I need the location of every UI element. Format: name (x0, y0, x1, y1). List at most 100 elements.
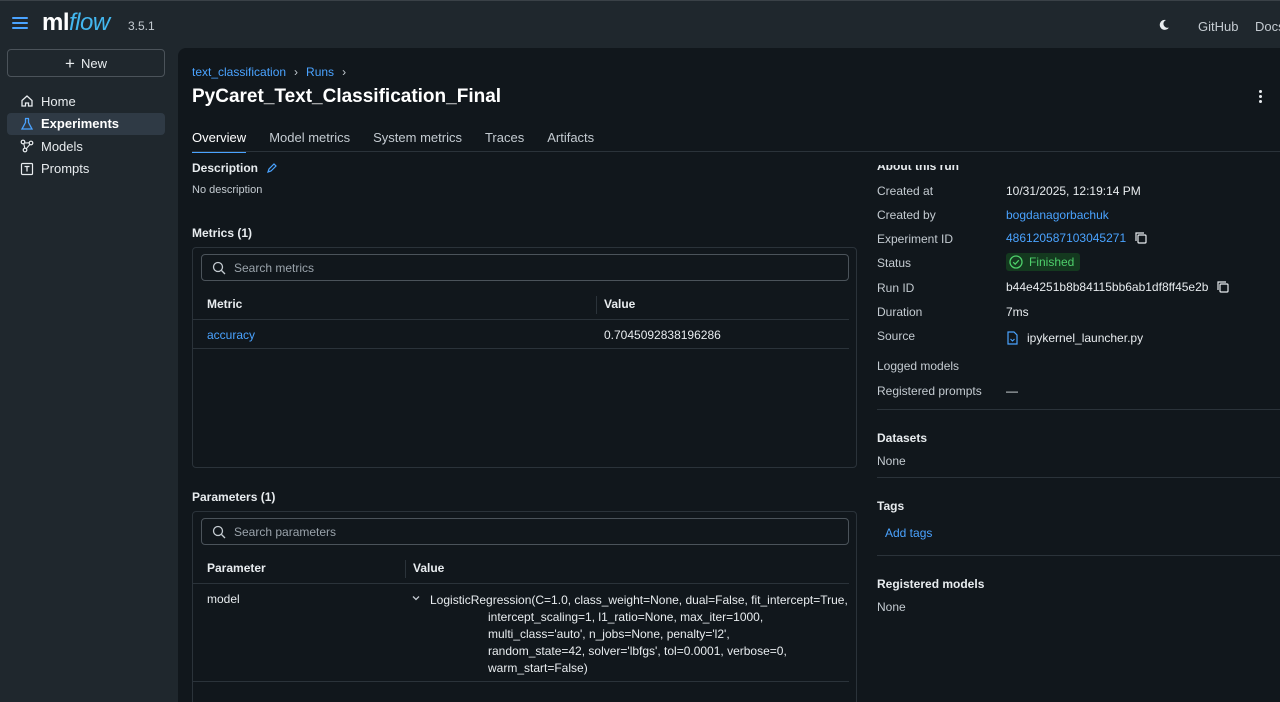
home-icon (21, 95, 33, 107)
column-divider (596, 296, 597, 314)
status-value: Finished (1006, 253, 1081, 271)
source-text: ipykernel_launcher.py (1027, 331, 1144, 345)
parameter-value-line: intercept_scaling=1, l1_ratio=None, max_… (488, 610, 764, 624)
docs-link[interactable]: Docs (1255, 19, 1280, 34)
section-divider (877, 555, 1280, 556)
breadcrumb-experiment-link[interactable]: text_classification (192, 65, 286, 79)
metrics-table: Search metrics Metric Value accuracy 0.7… (192, 247, 857, 468)
parameter-value: LogisticRegression(C=1.0, class_weight=N… (430, 592, 850, 677)
description-title: Description (192, 161, 259, 175)
sidebar: + New Home Experiments Models Prompts (0, 48, 178, 702)
column-header-metric: Metric (207, 297, 243, 311)
parameter-value-line: random_state=42, solver='lbfgs', tol=0.0… (488, 644, 787, 658)
metrics-title: Metrics (1) (192, 226, 253, 240)
experiment-id-link[interactable]: 486120587103045271 (1006, 231, 1126, 245)
copy-icon[interactable] (1134, 231, 1148, 245)
source-value[interactable]: ipykernel_launcher.py (1006, 331, 1143, 345)
about-title: About this run (877, 159, 959, 173)
status-label: Status (877, 256, 912, 270)
tags-title: Tags (877, 499, 905, 513)
datasets-value: None (877, 454, 906, 468)
tab-model-metrics[interactable]: Model metrics (269, 130, 350, 153)
tab-overview[interactable]: Overview (192, 130, 247, 153)
more-options-icon[interactable] (1254, 90, 1266, 106)
sidebar-item-experiments[interactable]: Experiments (7, 112, 165, 135)
column-header-value: Value (604, 297, 636, 311)
add-tags-button[interactable]: Add tags (885, 526, 932, 540)
parameter-value-line: warm_start=False) (488, 661, 588, 675)
sidebar-item-models[interactable]: Models (7, 135, 165, 157)
logo-ml-text: ml (42, 9, 70, 36)
parameters-table: Search parameters Parameter Value model … (192, 511, 857, 702)
prompt-icon (20, 162, 34, 175)
created-by-link[interactable]: bogdanagorbachuk (1006, 208, 1109, 222)
check-circle-icon (1009, 255, 1023, 269)
new-button[interactable]: + New (7, 49, 165, 77)
duration-value: 7ms (1006, 305, 1029, 319)
created-by-label: Created by (877, 208, 936, 222)
mlflow-logo[interactable]: mlflow (42, 9, 110, 37)
top-bar: mlflow 3.5.1 GitHub Docs (0, 0, 1280, 48)
parameter-name: model (207, 592, 240, 606)
experiment-id-value: 486120587103045271 (1006, 231, 1148, 245)
logo-flow-text: flow (69, 9, 110, 36)
search-icon (212, 261, 226, 274)
edit-icon[interactable] (266, 162, 278, 174)
sidebar-item-label: Home (41, 93, 76, 109)
sidebar-item-label: Models (41, 138, 83, 154)
expand-chevron-icon[interactable] (411, 592, 421, 606)
tabs-divider (192, 151, 1280, 152)
search-metrics-input[interactable]: Search metrics (201, 254, 849, 281)
description-header: Description (192, 161, 278, 175)
main-panel: text_classification › Runs › PyCaret_Tex… (178, 48, 1280, 702)
parameter-value-line: multi_class='auto', n_jobs=None, penalty… (488, 627, 730, 641)
registered-models-title: Registered models (877, 577, 985, 591)
description-text: No description (192, 184, 263, 196)
run-tabs: Overview Model metrics System metrics Tr… (192, 130, 594, 153)
created-at-value: 10/31/2025, 12:19:14 PM (1006, 184, 1141, 198)
logged-models-label: Logged models (877, 359, 960, 373)
breadcrumb-runs-link[interactable]: Runs (306, 65, 334, 79)
copy-icon[interactable] (1216, 280, 1230, 294)
menu-icon[interactable] (12, 17, 28, 31)
github-link[interactable]: GitHub (1198, 19, 1238, 34)
parameter-value-line: LogisticRegression(C=1.0, class_weight=N… (430, 593, 848, 607)
version-label: 3.5.1 (128, 19, 155, 33)
search-parameters-placeholder: Search parameters (234, 524, 337, 539)
run-id-label: Run ID (877, 281, 915, 295)
models-icon (20, 139, 34, 153)
parameters-table-header: Parameter Value (193, 552, 849, 584)
status-text: Finished (1029, 255, 1075, 269)
dark-mode-icon[interactable] (1158, 19, 1170, 31)
search-parameters-input[interactable]: Search parameters (201, 518, 849, 545)
sidebar-item-label: Prompts (41, 161, 90, 176)
experiment-id-label: Experiment ID (877, 232, 954, 246)
section-divider (877, 409, 1280, 410)
registered-prompts-value: — (1006, 384, 1018, 398)
column-header-parameter: Parameter (207, 561, 266, 575)
registered-models-value: None (877, 600, 906, 614)
notebook-file-icon (1007, 331, 1018, 345)
table-row: model LogisticRegression(C=1.0, class_we… (193, 584, 849, 682)
datasets-title: Datasets (877, 431, 928, 445)
page-title: PyCaret_Text_Classification_Final (192, 86, 502, 107)
metric-name-link[interactable]: accuracy (207, 328, 255, 342)
sidebar-item-home[interactable]: Home (7, 90, 165, 112)
beaker-icon (20, 117, 34, 130)
plus-icon: + (65, 53, 75, 73)
registered-prompts-label: Registered prompts (877, 384, 982, 398)
sidebar-nav: Home Experiments Models Prompts (7, 90, 165, 180)
tab-artifacts[interactable]: Artifacts (547, 130, 594, 153)
metrics-table-header: Metric Value (193, 288, 849, 320)
breadcrumb: text_classification › Runs › (192, 65, 346, 79)
metric-value: 0.7045092838196286 (604, 328, 721, 342)
sidebar-item-prompts[interactable]: Prompts (7, 158, 165, 180)
breadcrumb-separator: › (294, 65, 299, 79)
tab-system-metrics[interactable]: System metrics (373, 130, 462, 153)
column-header-value: Value (413, 561, 445, 575)
tab-traces[interactable]: Traces (485, 130, 524, 153)
run-id-value: b44e4251b8b84115bb6ab1df8ff45e2b (1006, 280, 1230, 294)
parameters-title: Parameters (1) (192, 490, 276, 504)
breadcrumb-separator: › (342, 65, 347, 79)
search-metrics-placeholder: Search metrics (234, 260, 315, 275)
